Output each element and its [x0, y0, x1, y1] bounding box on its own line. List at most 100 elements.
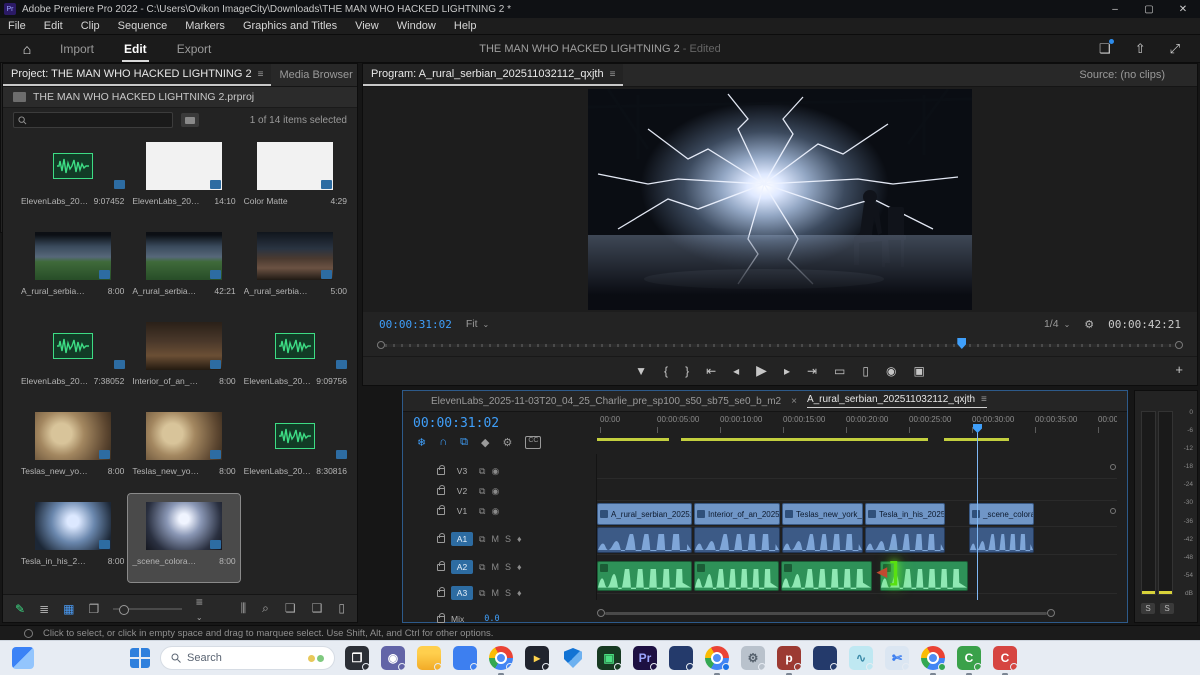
menu-item[interactable]: Help — [454, 20, 477, 32]
taskbar-app-icon[interactable]: ⚙ — [741, 646, 765, 670]
timeline-toggle-icon[interactable]: ⚙ — [502, 436, 512, 449]
source-patch[interactable]: A1 — [409, 532, 429, 546]
track-visibility-eye-icon[interactable]: ◉ — [491, 506, 499, 517]
taskbar-app-icon[interactable]: ▣ — [597, 646, 621, 670]
taskbar-app-icon[interactable] — [669, 646, 693, 670]
video-clip[interactable]: A_rural_serbian_20251 — [597, 503, 692, 525]
track-label[interactable]: V1 — [451, 504, 473, 518]
taskbar-app-icon[interactable]: ❐ — [345, 646, 369, 670]
source-patch[interactable] — [409, 464, 429, 478]
project-item[interactable]: Teslas_new_york_202... 8:00 — [128, 404, 239, 492]
track-label[interactable]: V2 — [451, 484, 473, 498]
scrub-end-handle[interactable] — [1175, 341, 1183, 349]
video-clip[interactable]: _scene_colorado — [969, 503, 1034, 525]
panel-menu-icon[interactable]: ≡ — [258, 69, 264, 80]
toolbar-icon[interactable]: ❏ — [285, 601, 296, 616]
source-patch[interactable] — [409, 560, 429, 574]
widgets-icon[interactable] — [12, 647, 34, 669]
project-item[interactable]: A_rural_serbian_202... 42:21 — [128, 224, 239, 312]
menu-item[interactable]: Markers — [185, 20, 225, 32]
video-track-header[interactable]: V2 ⧉ ◉ — [403, 482, 597, 500]
transport-button[interactable]: ⇥ — [807, 364, 817, 378]
share-icon[interactable]: ⇧ — [1135, 41, 1146, 57]
project-item[interactable]: Interior_of_an_202511... 8:00 — [128, 314, 239, 402]
sync-lock-icon[interactable]: ⧉ — [479, 534, 485, 545]
audio-clip[interactable] — [969, 527, 1034, 553]
project-item[interactable]: ElevenLabs_2025-... 7:38052 — [17, 314, 128, 402]
taskbar-search[interactable]: Search — [160, 646, 335, 670]
lock-icon[interactable] — [437, 536, 445, 543]
transport-button[interactable]: ▸ — [784, 364, 790, 378]
taskbar-app-icon[interactable] — [453, 646, 477, 670]
audio-clip[interactable] — [865, 527, 945, 553]
project-search-input[interactable] — [13, 112, 173, 128]
menu-item[interactable]: Sequence — [118, 20, 168, 32]
program-playhead[interactable] — [957, 338, 966, 349]
sequence-tab-2[interactable]: A_rural_serbian_202511032112_qxjth≡ — [807, 394, 987, 408]
project-item[interactable]: Teslas_new_york_202... 8:00 — [17, 404, 128, 492]
timeline-vertical-scrollbar[interactable] — [1110, 464, 1115, 534]
audio-clip[interactable] — [694, 527, 780, 553]
sync-lock-icon[interactable]: ⧉ — [479, 506, 485, 517]
taskbar-app-icon[interactable]: p — [777, 646, 801, 670]
timeline-tracks[interactable]: A_rural_serbian_20251 Interior_of_an_202… — [597, 454, 1117, 600]
audio-track-header[interactable]: A1 A1 ⧉ M S ♦ — [403, 530, 597, 548]
media-browser-tab[interactable]: Media Browser — [271, 64, 357, 86]
timeline-toggle-icon[interactable]: ◆ — [481, 436, 489, 449]
track-visibility-eye-icon[interactable]: ◉ — [491, 466, 499, 477]
menu-item[interactable]: Clip — [81, 20, 100, 32]
transport-button[interactable]: ▶ — [756, 362, 767, 379]
sequence-tab-1[interactable]: ElevenLabs_2025-11-03T20_04_25_Charlie_p… — [431, 396, 781, 407]
video-preview[interactable] — [588, 89, 972, 310]
settings-wrench-icon[interactable]: ⚙ — [1084, 318, 1094, 331]
panel-menu-icon[interactable]: ≡ — [610, 69, 616, 80]
audio-clip[interactable] — [597, 527, 692, 553]
transport-button[interactable]: ▭ — [834, 364, 845, 378]
minimize-button[interactable]: – — [1098, 4, 1132, 15]
lock-icon[interactable] — [437, 590, 445, 597]
source-patch[interactable] — [409, 484, 429, 498]
sort-icon[interactable]: ≡ ⌄ — [196, 595, 213, 623]
taskbar-app-icon[interactable] — [417, 646, 441, 670]
video-track-header[interactable]: V3 ⧉ ◉ — [403, 462, 597, 480]
voice-clip[interactable] — [781, 561, 872, 591]
audio-track-header[interactable]: A3 ⧉ M S ♦ — [403, 584, 597, 602]
audio-track-header[interactable]: A2 ⧉ M S ♦ — [403, 558, 597, 576]
video-clip[interactable]: Teslas_new_york_2025 — [782, 503, 863, 525]
project-tab[interactable]: Project: THE MAN WHO HACKED LIGHTNING 2≡ — [3, 64, 271, 86]
project-item[interactable]: A_rural_serbian_2025... 5:00 — [240, 224, 351, 312]
program-scrub-bar[interactable] — [377, 338, 1183, 352]
taskbar-app-icon[interactable] — [489, 646, 513, 670]
project-item[interactable]: _scene_colorado_2025... 8:00 — [128, 494, 239, 582]
track-label[interactable]: V3 — [451, 464, 473, 478]
transport-button[interactable]: ▼ — [635, 364, 647, 378]
solo-button[interactable]: S — [505, 562, 511, 572]
toolbar-icon[interactable]: ✎ — [15, 602, 25, 616]
voice-clip[interactable] — [597, 561, 692, 591]
video-clip[interactable]: Tesla_in_his_20251103 — [865, 503, 945, 525]
button-editor-plus[interactable]: + — [1175, 362, 1183, 377]
menu-item[interactable]: Edit — [44, 20, 63, 32]
taskbar-app-icon[interactable] — [921, 646, 945, 670]
menu-item[interactable]: Window — [397, 20, 436, 32]
video-clip[interactable]: Interior_of_an_2025110 — [694, 503, 780, 525]
project-item[interactable]: Color Matte 4:29 — [240, 134, 351, 222]
track-label[interactable]: A3 — [451, 586, 473, 600]
mic-icon[interactable]: ♦ — [517, 588, 522, 598]
toolbar-icon[interactable]: ❑ — [312, 601, 323, 616]
mute-button[interactable]: M — [491, 534, 499, 544]
toolbar-icon[interactable]: ❐ — [88, 602, 99, 616]
project-item[interactable]: Tesla_in_his_2025110... 8:00 — [17, 494, 128, 582]
mute-button[interactable]: M — [491, 588, 499, 598]
mic-icon[interactable]: ♦ — [517, 534, 522, 544]
timeline-playhead[interactable] — [977, 431, 978, 600]
toolbar-icon[interactable]: ⫼ — [241, 601, 247, 616]
sync-lock-icon[interactable]: ⧉ — [479, 486, 485, 497]
header-tab[interactable]: Export — [175, 37, 214, 61]
close-button[interactable]: ✕ — [1166, 4, 1200, 15]
scrub-start-handle[interactable] — [377, 341, 385, 349]
project-item[interactable]: A_rural_serbian_2025... 8:00 — [17, 224, 128, 312]
mix-value[interactable]: 0.0 — [484, 614, 499, 624]
video-track-header[interactable]: V1 V1 ⧉ ◉ — [403, 502, 597, 520]
lock-icon[interactable] — [437, 468, 445, 475]
